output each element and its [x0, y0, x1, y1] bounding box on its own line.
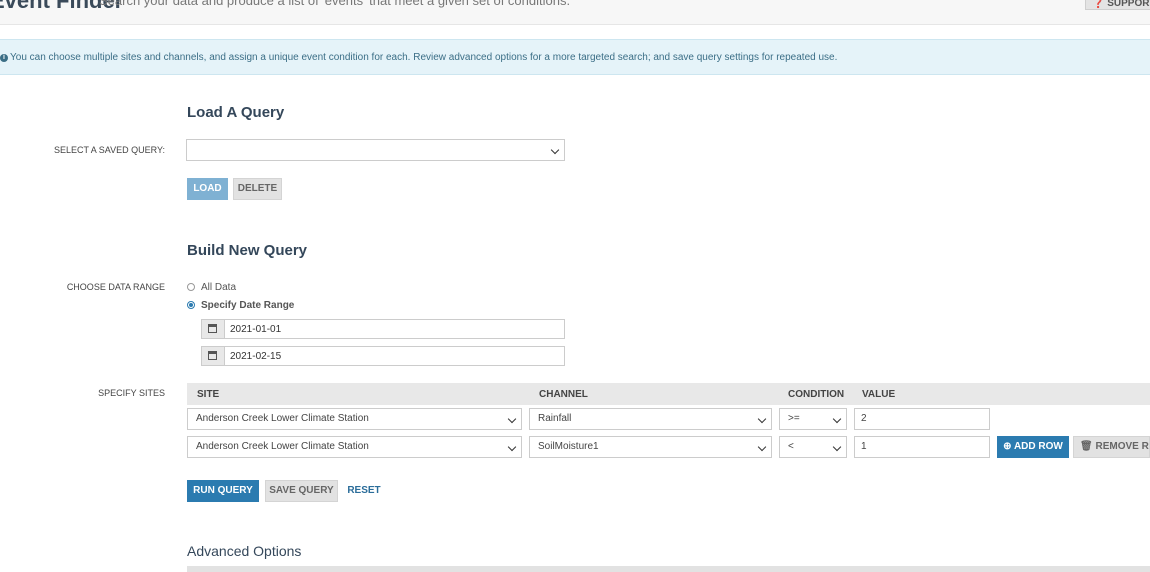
end-date-field[interactable]: 2021-02-15: [201, 346, 565, 366]
load-button[interactable]: LOAD: [187, 178, 228, 200]
sites-table-header: [187, 383, 1150, 405]
radio-specify-range-label[interactable]: Specify Date Range: [201, 300, 294, 311]
run-query-button[interactable]: RUN QUERY: [187, 480, 259, 502]
add-row-label: ADD ROW: [1013, 441, 1063, 452]
end-date-value: 2021-02-15: [230, 351, 282, 362]
chevron-down-icon: [550, 145, 560, 155]
specify-sites-label: SPECIFY SITES: [98, 388, 165, 398]
row1-condition-select[interactable]: >=: [779, 408, 847, 430]
chevron-down-icon: [832, 442, 842, 452]
row1-channel-value: Rainfall: [538, 413, 572, 424]
chevron-down-icon: [757, 442, 767, 452]
column-value: VALUE: [862, 389, 896, 400]
start-date-field[interactable]: 2021-01-01: [201, 319, 565, 339]
chevron-down-icon: [757, 414, 767, 424]
row1-condition-value: >=: [788, 413, 800, 424]
start-date-value: 2021-01-01: [230, 324, 282, 335]
row1-value-input[interactable]: 2: [854, 408, 990, 430]
info-text: You can choose multiple sites and channe…: [10, 52, 838, 63]
radio-specify-range[interactable]: [187, 301, 195, 309]
row2-channel-value: SoilMoisture1: [538, 441, 599, 452]
row2-site-value: Anderson Creek Lower Climate Station: [196, 441, 369, 452]
row1-channel-select[interactable]: Rainfall: [529, 408, 772, 430]
start-date-calendar[interactable]: [202, 320, 225, 338]
saved-query-label: SELECT A SAVED QUERY:: [53, 145, 165, 155]
row2-condition-value: <: [788, 441, 794, 452]
row2-condition-select[interactable]: <: [779, 436, 847, 458]
column-site: SITE: [197, 389, 220, 400]
remove-row-button[interactable]: 🗑 REMOVE ROW: [1073, 436, 1150, 458]
row1-site-select[interactable]: Anderson Creek Lower Climate Station: [187, 408, 522, 430]
chevron-down-icon: [832, 414, 842, 424]
column-channel: CHANNEL: [539, 389, 588, 400]
end-date-calendar[interactable]: [202, 347, 225, 365]
calendar-icon: [208, 351, 217, 360]
page-subtitle: Search your data and produce a list of '…: [99, 0, 571, 8]
load-query-title: Load A Query: [187, 104, 285, 121]
column-condition: CONDITION: [788, 389, 845, 400]
radio-all-data-label[interactable]: All Data: [201, 282, 236, 293]
row2-site-select[interactable]: Anderson Creek Lower Climate Station: [187, 436, 522, 458]
plus-circle-icon: ⊕: [1003, 441, 1012, 452]
info-banner: i You can choose multiple sites and chann…: [0, 39, 1150, 75]
build-query-title: Build New Query: [187, 242, 308, 259]
add-row-button[interactable]: ⊕ ADD ROW: [997, 436, 1069, 458]
trash-icon: 🗑: [1080, 441, 1093, 452]
advanced-options-panel: [187, 566, 1150, 572]
chevron-down-icon: [507, 442, 517, 452]
help-icon: ❓: [1092, 0, 1105, 9]
chevron-down-icon: [507, 414, 517, 424]
delete-button[interactable]: DELETE: [233, 178, 282, 200]
support-button[interactable]: ❓ SUPPORT: [1085, 0, 1150, 10]
saved-query-select[interactable]: [186, 139, 565, 161]
advanced-options-title[interactable]: Advanced Options: [187, 543, 301, 559]
radio-all-data[interactable]: [187, 283, 195, 291]
remove-row-label: REMOVE ROW: [1095, 441, 1149, 452]
support-label: SUPPORT: [1107, 0, 1150, 9]
save-query-button[interactable]: SAVE QUERY: [265, 480, 338, 502]
data-range-label: CHOOSE DATA RANGE: [66, 282, 165, 292]
info-icon: i: [0, 54, 8, 62]
row2-channel-select[interactable]: SoilMoisture1: [529, 436, 772, 458]
reset-link[interactable]: RESET: [344, 480, 384, 502]
row1-site-value: Anderson Creek Lower Climate Station: [196, 413, 369, 424]
calendar-icon: [208, 324, 217, 333]
row2-value-input[interactable]: 1: [854, 436, 990, 458]
